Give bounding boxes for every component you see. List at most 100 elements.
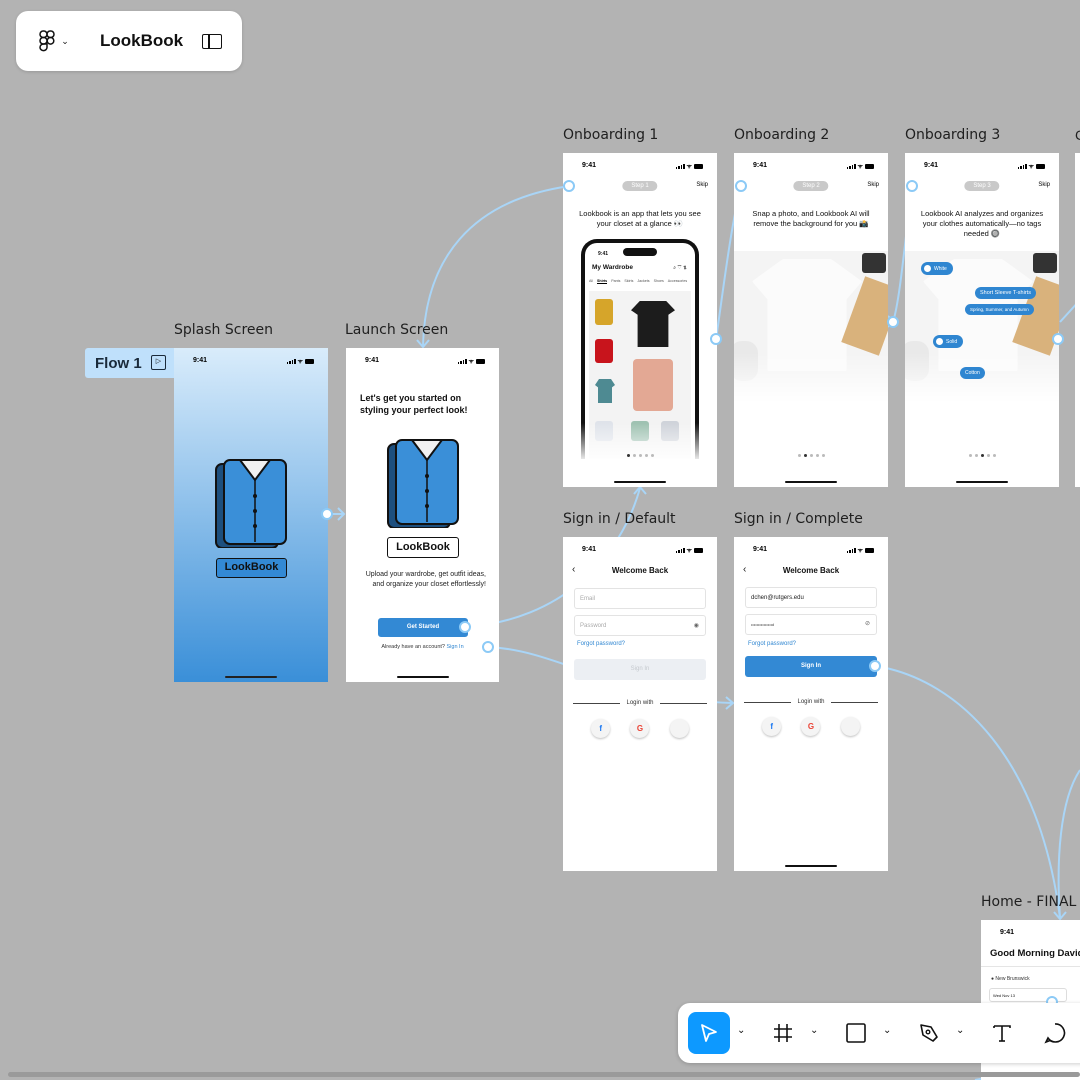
tag-chip-material: Cotton — [960, 367, 985, 379]
tshirt-thumb-teal — [595, 379, 615, 403]
connection-handle[interactable] — [869, 660, 881, 672]
launch-body: Upload your wardrobe, get outfit ideas, … — [365, 571, 486, 588]
connection-handle[interactable] — [321, 508, 333, 520]
forgot-password-link[interactable]: Forgot password? — [748, 641, 796, 647]
status-time: 9:41 — [193, 357, 208, 364]
status-time: 9:41 — [924, 162, 939, 169]
connection-handle[interactable] — [906, 180, 918, 192]
social-login-row: f G — [734, 717, 888, 736]
text-t-icon — [993, 1025, 1011, 1042]
chevron-down-icon[interactable]: ⌄ — [883, 1025, 891, 1036]
main-menu-button[interactable]: ⌄ — [34, 29, 74, 53]
chevron-down-icon[interactable]: ⌄ — [737, 1025, 745, 1036]
frame-tool-button[interactable] — [768, 1012, 798, 1054]
shape-tool-button[interactable] — [841, 1012, 871, 1054]
tag-chip-season: Spring, Summer, and Autumn — [965, 304, 1034, 315]
password-placeholder: Password — [580, 623, 607, 629]
move-tool-button[interactable] — [688, 1012, 730, 1054]
step-pill: Step 1 — [622, 181, 658, 191]
apple-icon[interactable] — [669, 719, 689, 738]
design-toolbar: ⌄ ⌄ ⌄ ⌄ — [678, 1003, 1080, 1063]
apple-icon[interactable] — [840, 717, 860, 736]
location-text: New Brunswick — [995, 976, 1030, 982]
signin-link[interactable]: Sign In — [447, 644, 464, 650]
signin-title: Welcome Back — [611, 566, 669, 575]
login-with-divider: Login with — [573, 700, 707, 706]
page-indicator — [905, 454, 1059, 457]
connector-complete-home — [875, 665, 1061, 919]
status-time: 9:41 — [582, 162, 597, 169]
frame-label-splash[interactable]: Splash Screen — [174, 322, 273, 338]
frame-signin-complete[interactable]: 9:41 ᯤ ‹ Welcome Back dchen@rutgers.edu … — [734, 537, 888, 871]
facebook-icon[interactable]: f — [591, 719, 611, 738]
sidebar-toggle-icon[interactable] — [202, 34, 222, 49]
status-icons: ᯤ — [286, 357, 314, 365]
frame-label-launch[interactable]: Launch Screen — [345, 322, 448, 338]
status-time: 9:41 — [753, 546, 768, 553]
skip-button[interactable]: Skip — [1038, 182, 1050, 188]
frame-label-signin-default[interactable]: Sign in / Default — [563, 511, 676, 527]
skip-button[interactable]: Skip — [696, 182, 708, 188]
social-login-row: f G — [563, 719, 717, 738]
wardrobe-tabs: All Shirts Pants Skirts Jackets Shoes Accessor… — [589, 279, 688, 284]
google-icon[interactable]: G — [630, 719, 650, 738]
get-started-button[interactable]: Get Started — [378, 618, 468, 637]
flow-starting-point[interactable]: Flow 1 ▷ — [85, 348, 174, 378]
skip-button[interactable]: Skip — [867, 182, 879, 188]
frame-label-onb1[interactable]: Onboarding 1 — [563, 127, 658, 143]
signin-button-disabled[interactable]: Sign In — [574, 659, 706, 680]
connection-handle[interactable] — [887, 316, 899, 328]
wardrobe-tool-icons: ⌕ ▽ ⇅ — [673, 265, 687, 271]
signin-title: Welcome Back — [782, 566, 840, 575]
connection-handle[interactable] — [1052, 333, 1064, 345]
page-indicator — [563, 454, 717, 457]
file-header-card: ⌄ LookBook — [16, 11, 242, 71]
frame-onboarding-3[interactable]: 9:41 ᯤ Step 3 Skip Lookbook AI analyzes … — [905, 153, 1059, 487]
connection-handle[interactable] — [710, 333, 722, 345]
horizontal-scrollbar[interactable] — [8, 1072, 1080, 1077]
file-name[interactable]: LookBook — [100, 31, 183, 51]
frame-signin-default[interactable]: 9:41 ᯤ ‹ Welcome Back Email Password ◉ Fo… — [563, 537, 717, 871]
frame-onboarding-4-partial[interactable] — [1075, 153, 1080, 487]
shirt-thumb-yellow — [595, 299, 613, 325]
chevron-down-icon[interactable]: ⌄ — [956, 1025, 964, 1036]
status-icons: ᯤ — [675, 162, 703, 170]
password-field[interactable]: ••••••••••••••••l ⊘ — [745, 614, 877, 635]
figma-logo-icon — [39, 30, 55, 52]
email-field[interactable]: dchen@rutgers.edu — [745, 587, 877, 608]
frame-splash-screen[interactable]: 9:41 ᯤ LookBook — [174, 348, 328, 682]
phone-time: 9:41 — [598, 251, 609, 257]
email-field[interactable]: Email — [574, 588, 706, 609]
frame-onboarding-1[interactable]: 9:41 ᯤ Step 1 Skip Lookbook is an app th… — [563, 153, 717, 487]
location-row: ● New Brunswick — [991, 976, 1030, 982]
connection-handle[interactable] — [735, 180, 747, 192]
connection-handle[interactable] — [563, 180, 575, 192]
forgot-password-link[interactable]: Forgot password? — [577, 641, 625, 647]
password-field[interactable]: Password ◉ — [574, 615, 706, 636]
comment-tool-button[interactable] — [1040, 1012, 1070, 1054]
shirt-logo-icon — [387, 439, 459, 528]
frame-launch-screen[interactable]: 9:41 ᯤ Let's get you started on styling … — [346, 348, 499, 682]
tag-chip-color: White — [921, 262, 953, 275]
facebook-icon[interactable]: f — [762, 717, 782, 736]
connection-handle[interactable] — [459, 621, 471, 633]
google-icon[interactable]: G — [801, 717, 821, 736]
chevron-down-icon[interactable]: ⌄ — [810, 1025, 818, 1036]
text-tool-button[interactable] — [987, 1012, 1017, 1054]
status-time: 9:41 — [1000, 929, 1015, 936]
frame-label-onb3[interactable]: Onboarding 3 — [905, 127, 1000, 143]
tshirt-thumb-black — [631, 301, 675, 347]
signin-button[interactable]: Sign In — [745, 656, 877, 677]
pen-tool-button[interactable] — [914, 1012, 944, 1054]
frame-label-signin-complete[interactable]: Sign in / Complete — [734, 511, 863, 527]
eye-off-icon[interactable]: ⊘ — [865, 620, 870, 627]
frame-label-home[interactable]: Home - FINAL — [981, 894, 1076, 910]
eye-icon[interactable]: ◉ — [694, 622, 699, 629]
frame-onboarding-2[interactable]: 9:41 ᯤ Step 2 Skip Snap a photo, and Loo… — [734, 153, 888, 487]
step-pill: Step 2 — [793, 181, 829, 191]
signin-prompt-text: Already have an account? — [381, 644, 445, 650]
status-time: 9:41 — [753, 162, 768, 169]
play-prototype-icon[interactable]: ▷ — [151, 355, 166, 370]
connection-handle[interactable] — [482, 641, 494, 653]
frame-label-onb2[interactable]: Onboarding 2 — [734, 127, 829, 143]
